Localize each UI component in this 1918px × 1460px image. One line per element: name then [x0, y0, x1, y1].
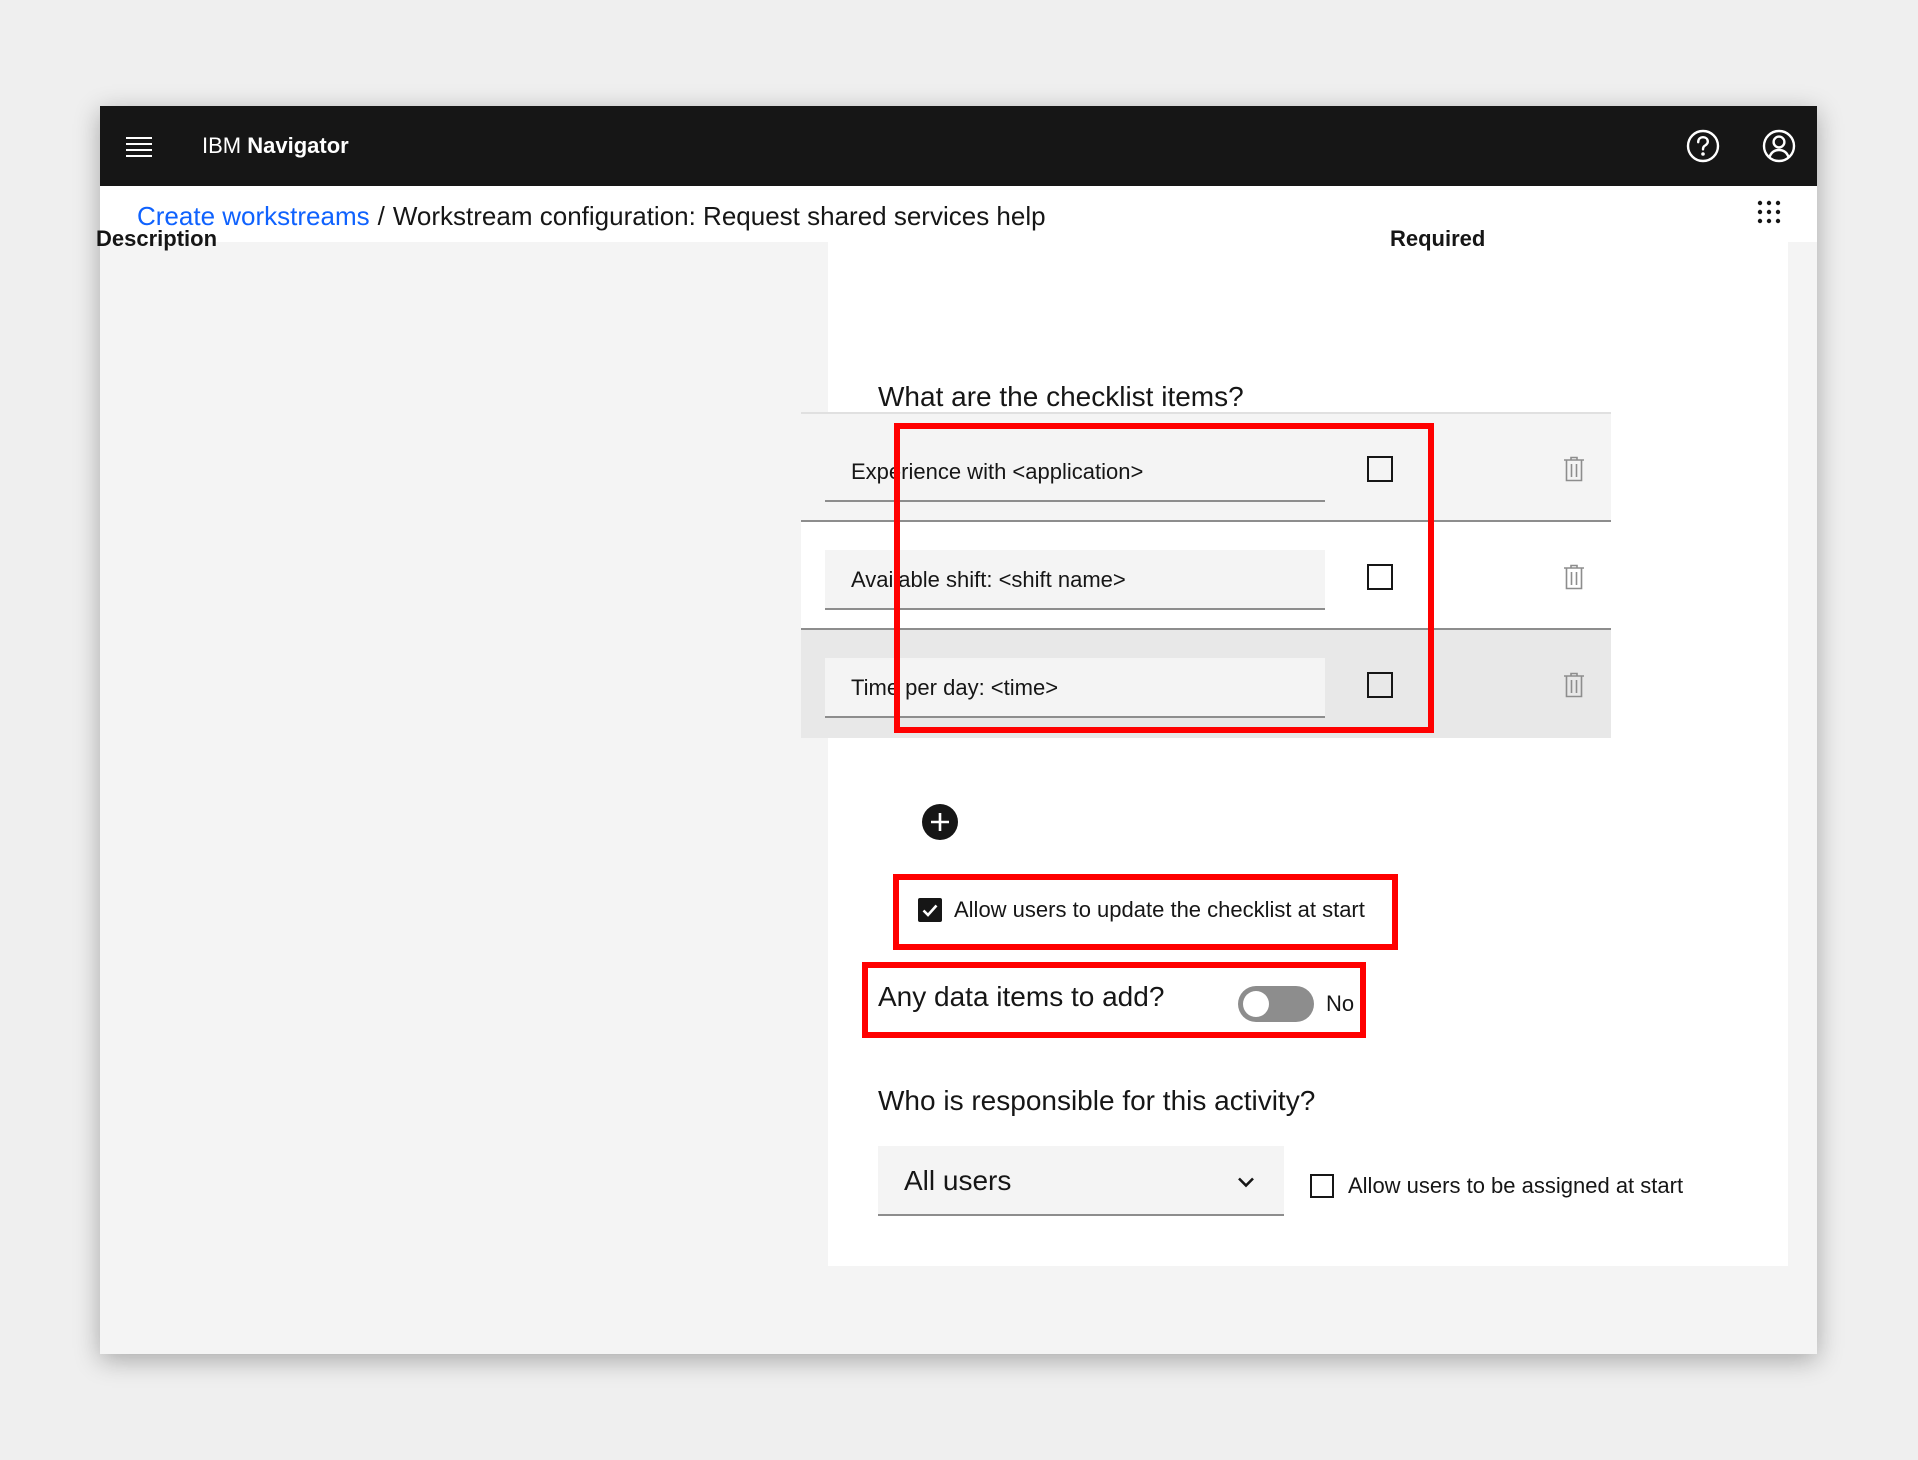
assignee-selected-value: All users — [904, 1165, 1012, 1196]
breadcrumb-bar: Create workstreams / Workstream configurat… — [100, 186, 1817, 242]
allow-assign-label: Allow users to be assigned at start — [1348, 1173, 1684, 1198]
column-header-required: Required — [1390, 226, 1486, 251]
checklist-description-input[interactable]: Available shift: <shift name> — [825, 550, 1325, 610]
help-icon[interactable] — [1683, 126, 1723, 166]
responsible-question: Who is responsible for this activity? — [878, 1085, 1316, 1116]
toggle-state-label: No — [1326, 991, 1355, 1016]
required-checkbox[interactable] — [1367, 564, 1393, 590]
brand-name: Navigator — [247, 133, 349, 158]
app-switcher-icon[interactable] — [1755, 198, 1783, 226]
add-circle-icon[interactable] — [922, 804, 958, 840]
checklist-description-input[interactable]: Experience with <application> — [825, 442, 1325, 502]
chevron-down-icon — [1238, 1177, 1254, 1188]
checklist-description-input[interactable]: Time per day: <time> — [825, 658, 1325, 718]
table-row: Experience with <application> — [801, 414, 1611, 522]
required-checkbox[interactable] — [1367, 672, 1393, 698]
trash-icon[interactable] — [1563, 564, 1585, 590]
assignee-dropdown[interactable]: All users — [878, 1146, 1284, 1216]
breadcrumb-current: Workstream configuration: Request shared… — [392, 201, 1046, 231]
brand-prefix: IBM — [202, 133, 242, 158]
table-row: Available shift: <shift name> — [801, 522, 1611, 630]
required-checkbox[interactable] — [1367, 456, 1393, 482]
user-avatar-icon[interactable] — [1759, 126, 1799, 166]
top-navigation-bar: IBM Navigator — [100, 106, 1817, 186]
checkbox-unchecked[interactable] — [1310, 1174, 1334, 1198]
data-items-question: Any data items to add? — [878, 981, 1165, 1012]
trash-icon[interactable] — [1563, 456, 1585, 482]
toggle-knob — [1243, 991, 1269, 1017]
column-header-description: Description — [96, 226, 218, 251]
breadcrumb: Create workstreams / Workstream configurat… — [137, 200, 1046, 232]
hamburger-menu-icon[interactable] — [126, 134, 152, 158]
trash-icon[interactable] — [1563, 672, 1585, 698]
checklist-question: What are the checklist items? — [878, 381, 1244, 412]
breadcrumb-separator: / — [377, 201, 385, 231]
product-name[interactable]: IBM Navigator — [202, 132, 349, 160]
table-row: Time per day: <time> — [801, 630, 1611, 738]
checkbox-checked[interactable] — [918, 898, 942, 922]
data-items-toggle[interactable] — [1238, 986, 1314, 1022]
allow-update-label: Allow users to update the checklist at s… — [954, 897, 1365, 922]
